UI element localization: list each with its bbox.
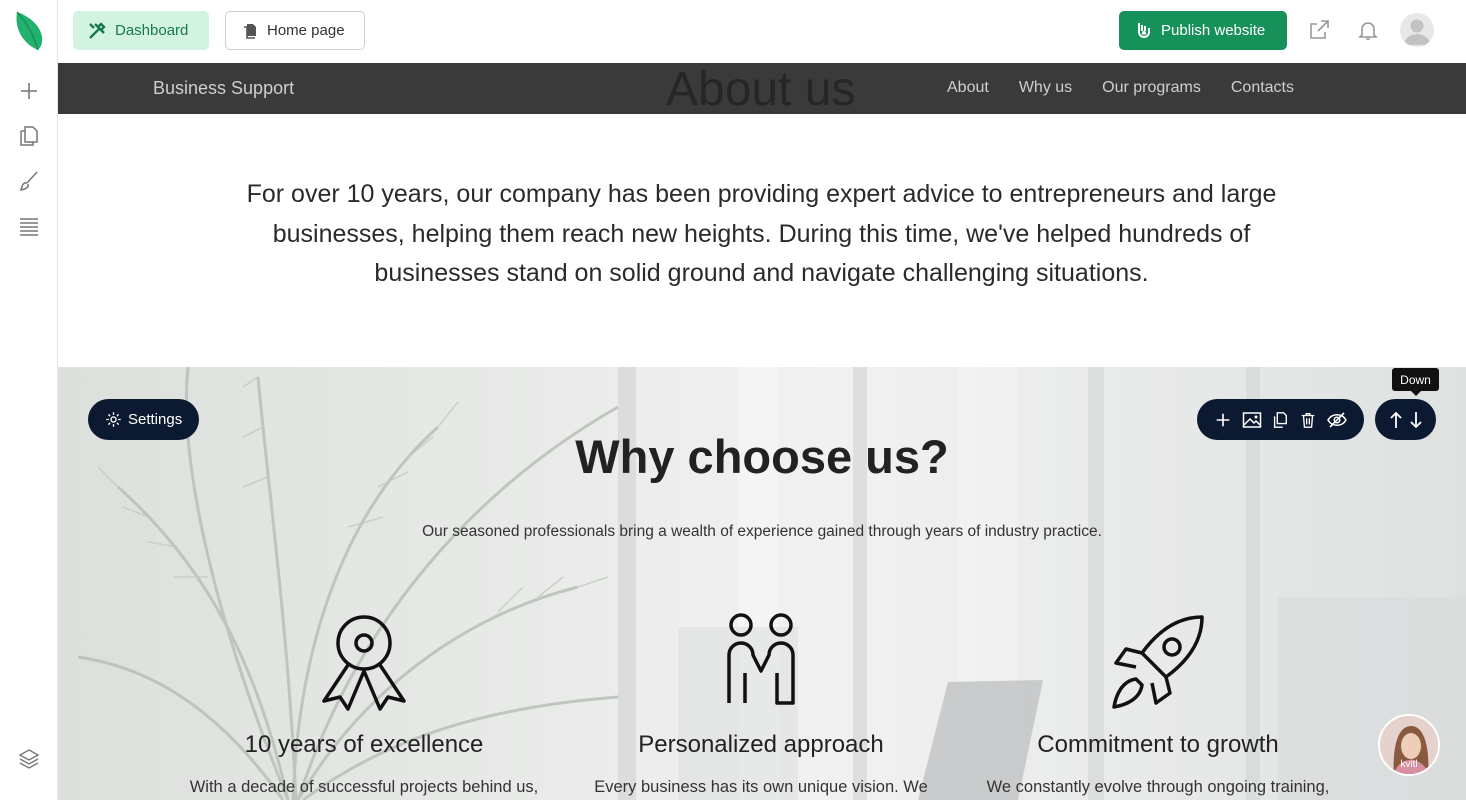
homepage-label: Home page [267, 22, 345, 39]
feature-title[interactable]: Personalized approach [571, 731, 951, 759]
section-toolbar [1197, 399, 1364, 440]
site-navbar: Business Support About us About Why us O… [58, 63, 1466, 116]
chat-label: kvitl [1400, 759, 1418, 770]
why-subtitle[interactable]: Our seasoned professionals bring a wealt… [58, 523, 1466, 541]
duplicate-icon[interactable] [1271, 411, 1289, 429]
hero-title-behind-nav: About us [666, 63, 856, 116]
site-nav-links: About Why us Our programs Contacts [947, 79, 1294, 97]
leaf-logo-icon[interactable] [14, 10, 44, 52]
nav-link-contacts[interactable]: Contacts [1231, 79, 1294, 97]
publish-website-button[interactable]: Publish website [1119, 11, 1287, 50]
site-brand[interactable]: Business Support [153, 78, 294, 99]
external-link-icon[interactable] [1307, 18, 1331, 42]
feature-card-growth: Commitment to growth We constantly evolv… [968, 611, 1348, 797]
image-icon[interactable] [1242, 411, 1262, 429]
user-avatar[interactable] [1400, 13, 1434, 47]
feature-text[interactable]: With a decade of successful projects beh… [174, 778, 554, 797]
nav-link-about[interactable]: About [947, 79, 989, 97]
section-settings-button[interactable]: Settings [88, 399, 200, 440]
homepage-selector[interactable]: Home page [225, 11, 365, 50]
dashboard-button[interactable]: Dashboard [73, 11, 209, 50]
nav-link-why-us[interactable]: Why us [1019, 79, 1072, 97]
add-icon[interactable] [17, 79, 41, 103]
why-choose-us-section[interactable]: Why choose us? Our seasoned professional… [58, 367, 1466, 800]
award-icon [322, 615, 406, 711]
add-block-icon[interactable] [1214, 411, 1232, 429]
feature-card-personalized: Personalized approach Every business has… [571, 611, 951, 797]
nav-link-our-programs[interactable]: Our programs [1102, 79, 1201, 97]
brush-icon[interactable] [17, 169, 41, 193]
move-section-controls [1375, 399, 1436, 440]
feature-card-excellence: 10 years of excellence With a decade of … [174, 611, 554, 797]
rocket-icon [1112, 615, 1204, 709]
page-icon [244, 23, 256, 39]
feature-text[interactable]: We constantly evolve through ongoing tra… [968, 778, 1348, 797]
tools-icon [89, 21, 106, 39]
editor-topbar: Dashboard Home page Publish website [58, 0, 1466, 63]
support-chat-avatar[interactable]: kvitl [1378, 714, 1440, 776]
layers-icon[interactable] [17, 747, 41, 771]
publish-hand-icon [1138, 22, 1150, 38]
about-paragraph[interactable]: For over 10 years, our company has been … [210, 175, 1313, 294]
bell-icon[interactable] [1356, 18, 1380, 42]
left-rail [0, 0, 58, 800]
sections-list-icon[interactable] [17, 214, 41, 238]
hide-eye-icon[interactable] [1327, 411, 1347, 429]
dashboard-label: Dashboard [115, 22, 189, 39]
handshake-people-icon [727, 613, 795, 705]
gear-icon [106, 412, 121, 427]
pages-icon[interactable] [17, 124, 41, 148]
settings-label: Settings [128, 411, 183, 428]
feature-text[interactable]: Every business has its own unique vision… [571, 778, 951, 797]
feature-title[interactable]: 10 years of excellence [174, 731, 554, 759]
down-tooltip: Down [1392, 368, 1439, 396]
publish-label: Publish website [1161, 22, 1266, 39]
trash-icon[interactable] [1299, 411, 1317, 429]
arrow-up-icon[interactable] [1389, 410, 1403, 430]
arrow-down-icon[interactable] [1409, 410, 1423, 430]
feature-title[interactable]: Commitment to growth [968, 731, 1348, 759]
user-silhouette-icon [1404, 19, 1430, 45]
